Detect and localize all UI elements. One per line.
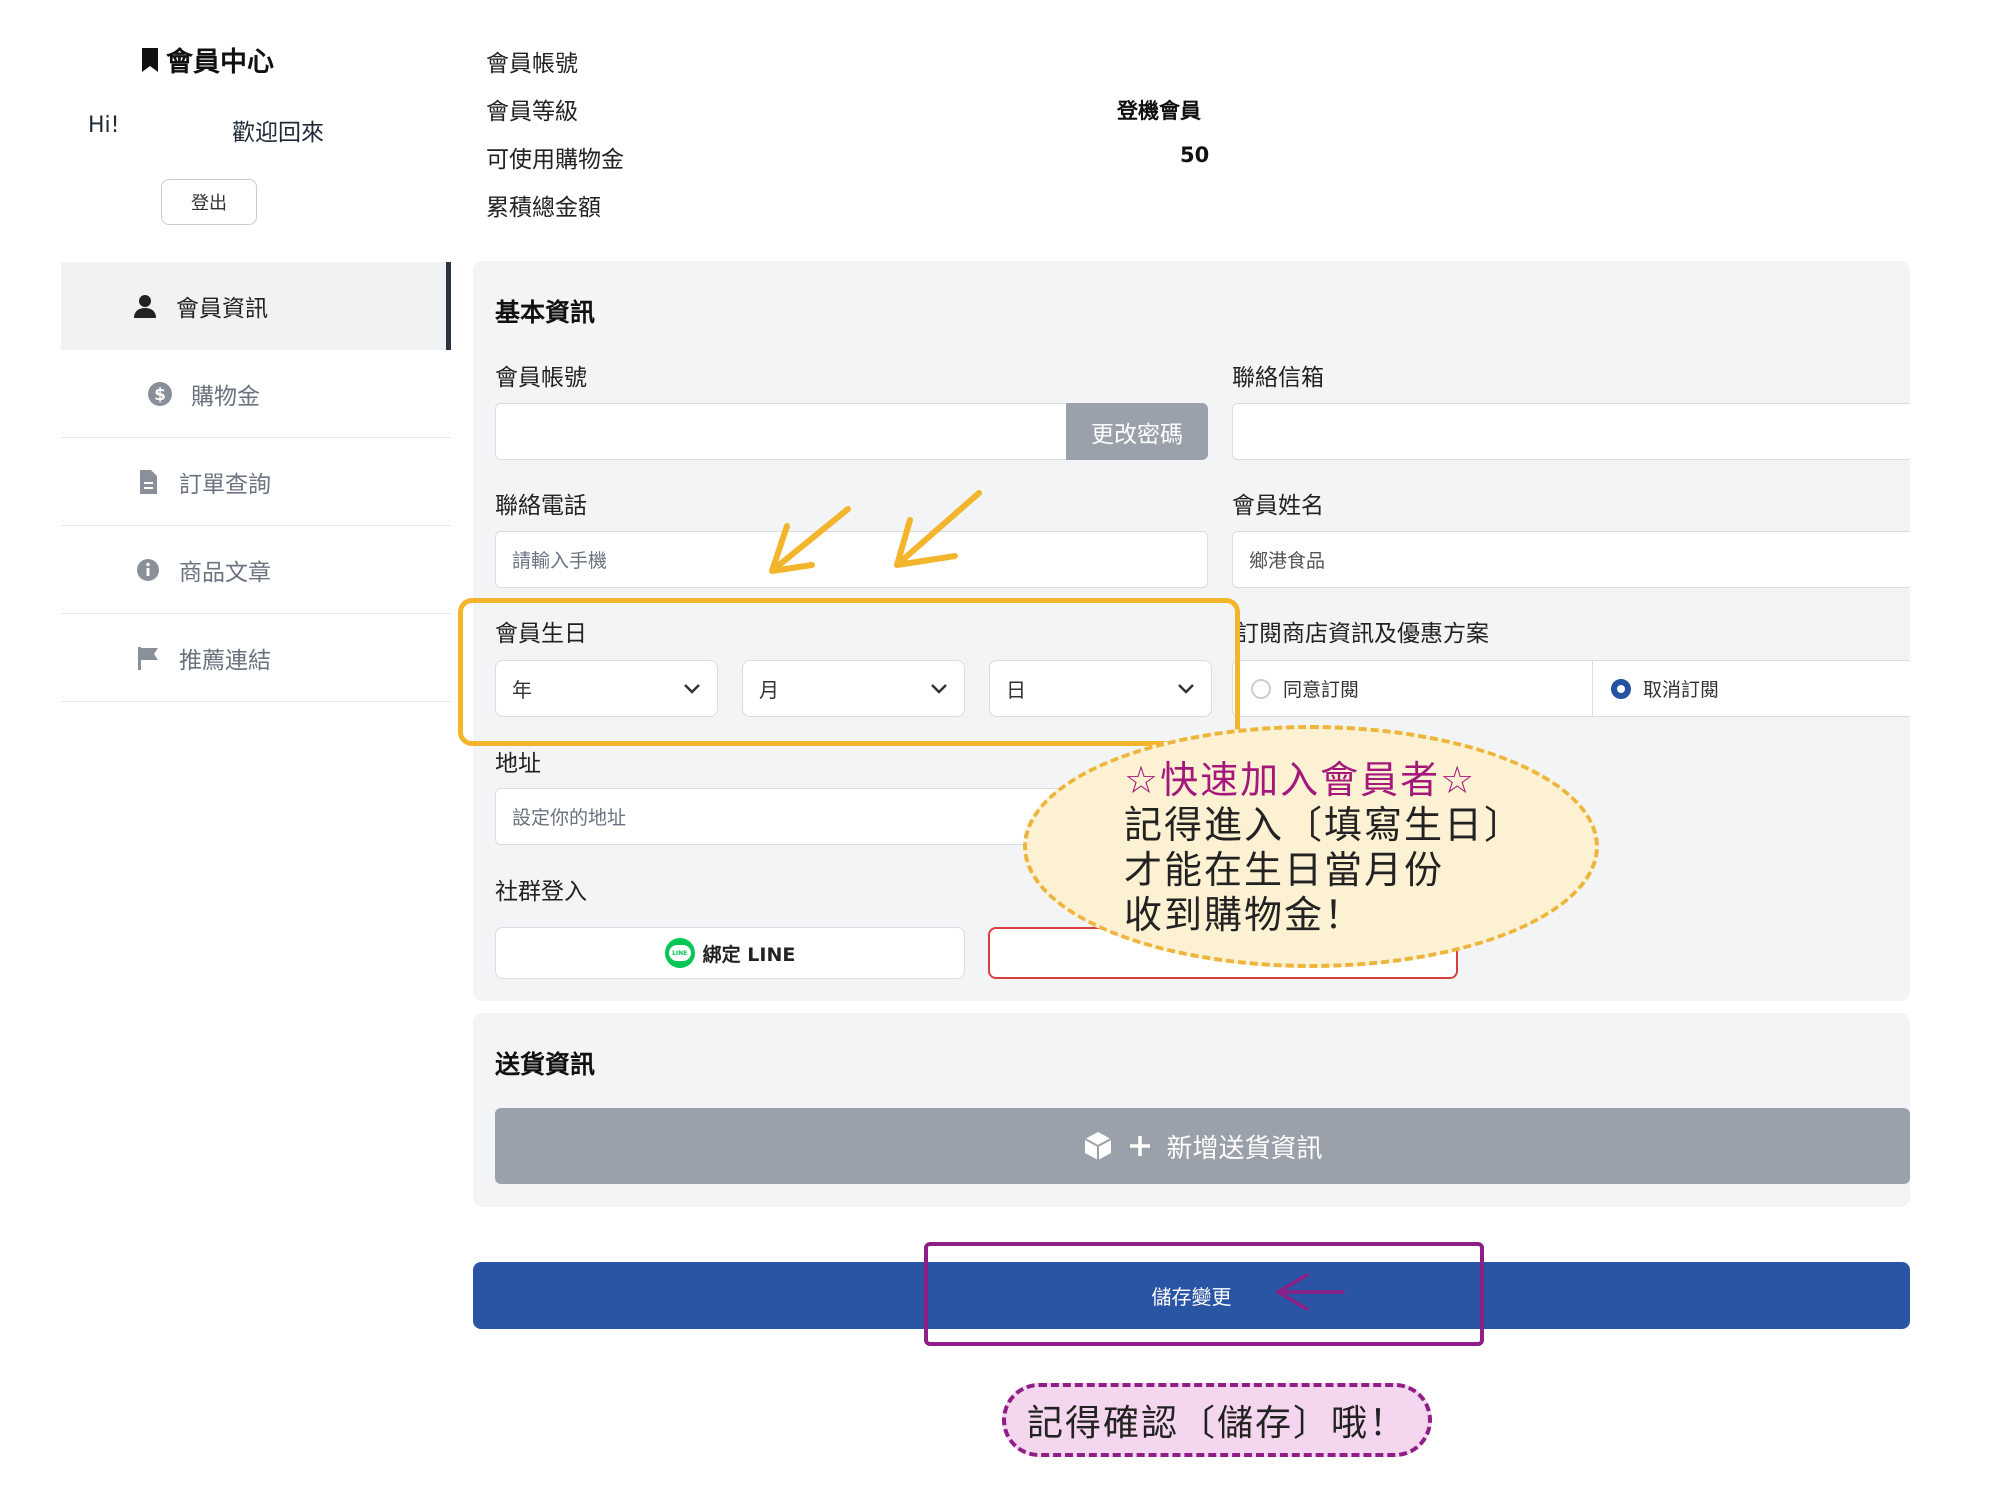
name-value: 鄉港食品 xyxy=(1249,550,1326,572)
summary-account-label: 會員帳號 xyxy=(486,51,578,77)
save-highlight-box xyxy=(924,1242,1484,1346)
subscribe-agree-option[interactable]: 同意訂閱 xyxy=(1232,660,1593,717)
welcome-text: 歡迎回來 xyxy=(232,120,324,146)
sidebar-item-orders[interactable]: 訂單查詢 xyxy=(61,438,451,526)
summary-total-label: 累積總金額 xyxy=(486,195,601,221)
subscribe-cancel-option[interactable]: 取消訂閱 xyxy=(1592,660,1910,717)
tip-line-3: 才能在生日當月份 xyxy=(1124,848,1445,892)
bind-line-button[interactable]: LINE 綁定 LINE xyxy=(495,927,965,979)
sidebar-item-credit[interactable]: $ 購物金 xyxy=(61,350,451,438)
tip-bubble-text: ☆快速加入會員者☆ 記得進入〔填寫生日〕 才能在生日當月份 收到購物金！ xyxy=(1124,758,1524,938)
sidebar-item-member-info[interactable]: 會員資訊 xyxy=(61,262,451,350)
save-reminder-pill: 記得確認〔儲存〕哦！ xyxy=(1002,1383,1432,1457)
sidebar-item-label: 購物金 xyxy=(191,383,260,410)
add-shipping-label: 新增送貨資訊 xyxy=(1166,1133,1323,1164)
line-icon: LINE xyxy=(664,938,695,968)
tip-line-4: 收到購物金！ xyxy=(1124,893,1365,937)
tip-line-1: ☆快速加入會員者☆ xyxy=(1124,758,1477,802)
summary-credit-value: 50 xyxy=(1180,143,1210,167)
summary-level-label: 會員等級 xyxy=(486,99,578,125)
subscribe-cancel-label: 取消訂閱 xyxy=(1643,679,1720,701)
add-shipping-button[interactable]: 新增送貨資訊 xyxy=(495,1108,1910,1184)
flag-icon xyxy=(131,645,165,671)
greeting: Hi! xyxy=(88,113,120,138)
logout-button[interactable]: 登出 xyxy=(161,179,257,225)
email-label: 聯絡信箱 xyxy=(1232,365,1324,391)
phone-placeholder: 請輸入手機 xyxy=(512,550,608,572)
info-icon xyxy=(131,557,165,583)
email-input[interactable] xyxy=(1232,403,1910,460)
change-password-button[interactable]: 更改密碼 xyxy=(1066,403,1208,460)
phone-label: 聯絡電話 xyxy=(495,493,587,519)
account-input[interactable] xyxy=(495,403,1067,460)
subscribe-agree-label: 同意訂閱 xyxy=(1283,679,1360,701)
phone-input[interactable]: 請輸入手機 xyxy=(495,531,1208,588)
sidebar-item-articles[interactable]: 商品文章 xyxy=(61,526,451,614)
plus-icon xyxy=(1130,1136,1151,1156)
sidebar-item-referral[interactable]: 推薦連結 xyxy=(61,614,451,702)
address-placeholder: 設定你的地址 xyxy=(512,807,627,829)
shipping-title: 送貨資訊 xyxy=(495,1050,596,1079)
bind-line-label: 綁定 LINE xyxy=(702,943,796,966)
document-icon xyxy=(131,469,165,495)
sidebar-nav: 會員資訊 $ 購物金 訂單查詢 商品文章 推薦連結 xyxy=(61,262,451,702)
dollar-icon: $ xyxy=(143,381,177,407)
name-input[interactable]: 鄉港食品 xyxy=(1232,531,1910,588)
sidebar-item-label: 會員資訊 xyxy=(176,296,268,322)
summary-credit-label: 可使用購物金 xyxy=(486,147,624,173)
radio-unchecked-icon xyxy=(1251,678,1271,699)
user-icon xyxy=(128,293,162,319)
sidebar-item-label: 推薦連結 xyxy=(179,647,271,674)
box-icon xyxy=(1085,1132,1112,1160)
tip-line-2: 記得進入〔填寫生日〕 xyxy=(1124,803,1525,847)
sidebar-item-label: 訂單查詢 xyxy=(179,471,271,498)
svg-text:$: $ xyxy=(154,385,166,405)
account-label: 會員帳號 xyxy=(495,365,587,391)
address-label: 地址 xyxy=(495,751,541,777)
name-label: 會員姓名 xyxy=(1232,493,1324,519)
brand-label: 會員中心 xyxy=(166,47,274,78)
sidebar-item-label: 商品文章 xyxy=(179,559,271,586)
social-login-label: 社群登入 xyxy=(495,879,587,905)
member-center-title: 會員中心 xyxy=(140,40,274,79)
radio-checked-icon xyxy=(1611,678,1631,699)
subscribe-label: 訂閱商店資訊及優惠方案 xyxy=(1236,621,1489,647)
basic-info-title: 基本資訊 xyxy=(495,298,596,327)
birthday-highlight-box xyxy=(458,598,1240,746)
summary-level-value: 登機會員 xyxy=(1117,99,1201,123)
bookmark-icon xyxy=(142,47,158,72)
